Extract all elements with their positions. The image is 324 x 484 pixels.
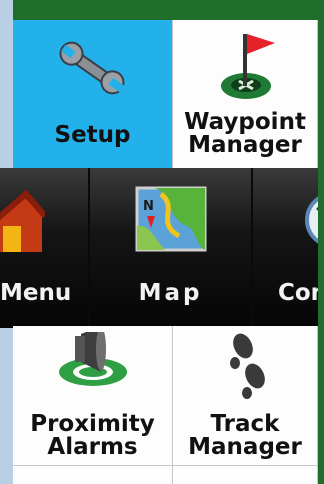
map-icon: N (135, 186, 207, 252)
track-manager-label: Track Manager (188, 411, 302, 460)
next-tile-left[interactable] (13, 466, 173, 484)
menu-label: Menu (0, 280, 72, 306)
flag-icon (221, 34, 275, 99)
setup-label: Setup (54, 122, 131, 148)
map-item[interactable]: N Map (90, 168, 253, 328)
app-carousel[interactable]: Menu N Map Com (0, 168, 324, 328)
proximity-alarms-label: Proximity Alarms (30, 411, 155, 460)
compass-item[interactable]: Com (253, 168, 324, 328)
menu-item[interactable]: Menu (0, 168, 90, 328)
map-label: Map (138, 280, 203, 306)
home-icon (0, 189, 45, 252)
waypoint-manager-label: Waypoint Manager (184, 109, 306, 158)
setup-tile[interactable]: Setup (13, 20, 173, 170)
svg-text:N: N (143, 199, 154, 214)
wrench-icon (59, 41, 125, 95)
speaker-icon (59, 332, 127, 386)
footprints-icon (230, 333, 265, 399)
top-border (0, 0, 324, 20)
proximity-alarms-tile[interactable]: Proximity Alarms (13, 326, 173, 466)
device-screen: Setup Waypoint Manager Menu N Map Co Pro… (0, 0, 324, 484)
track-manager-tile[interactable]: Track Manager (173, 326, 318, 466)
right-border (318, 0, 324, 484)
waypoint-manager-tile[interactable]: Waypoint Manager (173, 20, 318, 170)
next-tile-right[interactable] (173, 466, 318, 484)
